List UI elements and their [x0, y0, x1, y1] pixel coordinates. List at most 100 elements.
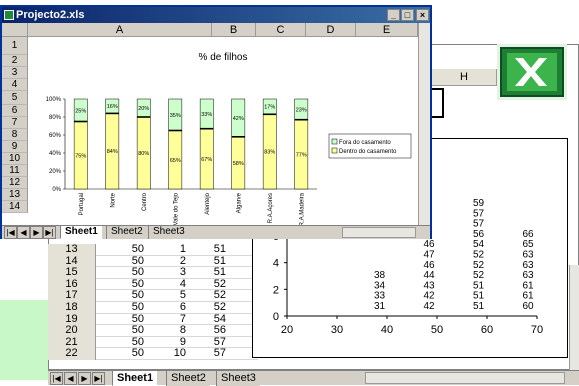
row-number[interactable]: 13	[48, 243, 96, 256]
row-number[interactable]: 4	[2, 79, 28, 91]
stacked-bar-chart[interactable]: % de filhos 0% 20% 40% 60% 80% 100% 75% 25% Portu…	[29, 42, 417, 225]
minimize-button[interactable]: _	[387, 9, 400, 21]
fg-tab-sheet1[interactable]: Sheet1	[60, 226, 102, 239]
x-tick-label: Lisboa e Vale do Tejo	[173, 192, 179, 225]
row-number[interactable]: 18	[48, 301, 96, 314]
data-label-dentro: 65%	[170, 158, 181, 164]
bg-x-tick-label: 40	[381, 324, 393, 336]
data-label-fora: 42%	[233, 116, 244, 122]
background-panel	[0, 300, 50, 380]
row-number[interactable]: 5	[2, 91, 28, 105]
bg-x-tick-label: 70	[531, 324, 543, 336]
col-header-e[interactable]: E	[356, 23, 418, 37]
row-number[interactable]: 8	[2, 129, 28, 141]
row-number[interactable]: 9	[2, 141, 28, 153]
cell-b[interactable]: 10	[144, 348, 186, 360]
close-button[interactable]: ×	[416, 9, 429, 21]
legend-label: Dentro do casamento	[339, 149, 397, 155]
row-number[interactable]: 10	[2, 153, 28, 165]
select-all-corner[interactable]	[2, 23, 28, 37]
y-tick-label: 20%	[49, 169, 62, 175]
x-tick-label: Portugal	[79, 193, 85, 215]
last-sheet-button[interactable]: ▶|	[92, 372, 105, 385]
y-tick-label: 60%	[49, 133, 62, 139]
row-number[interactable]: 11	[2, 165, 28, 177]
data-label-fora: 20%	[138, 106, 149, 112]
legend-swatch	[331, 147, 338, 154]
row-number[interactable]: 7	[2, 117, 28, 129]
fg-tab-sheet2[interactable]: Sheet2	[106, 226, 147, 239]
row-number[interactable]: 13	[2, 189, 28, 201]
table-row: 15 50 3 51	[48, 267, 258, 279]
fg-first-sheet-button[interactable]: |◀	[4, 226, 17, 239]
selected-cell[interactable]	[432, 88, 444, 118]
bg-x-tick-label: 50	[431, 324, 443, 336]
row-number[interactable]: 12	[2, 177, 28, 189]
background-vertical-scrollbar[interactable]	[569, 265, 579, 370]
bg-data-label: 51	[473, 301, 485, 312]
data-label-fora: 17%	[264, 105, 275, 111]
legend-label: Fora do casamento	[339, 140, 391, 146]
table-row: 16 50 4 52	[48, 278, 258, 291]
prev-sheet-button[interactable]: ◀	[64, 372, 77, 385]
row-number[interactable]: 14	[2, 201, 28, 213]
first-sheet-button[interactable]: |◀	[50, 372, 63, 385]
cell-a[interactable]: 50	[96, 301, 144, 314]
tab-sheet1[interactable]: Sheet1	[112, 371, 158, 386]
fg-horizontal-scrollbar[interactable]	[342, 227, 416, 238]
table-row: 13 50 1 51	[48, 243, 258, 256]
row-number[interactable]: 2	[2, 55, 28, 67]
bg-y-tick-label: 4	[273, 258, 279, 270]
fg-next-sheet-button[interactable]: ▶	[30, 226, 43, 239]
foreground-vertical-scrollbar[interactable]	[418, 23, 430, 225]
y-tick-label: 100%	[46, 97, 62, 103]
projecto2-window: Projecto2.xls _ □ × A B C D E 1234567891…	[0, 5, 432, 239]
bg-data-label: 31	[374, 301, 386, 312]
table-row: 19 50 7 54	[48, 313, 258, 326]
maximize-button[interactable]: □	[401, 9, 414, 21]
row-number[interactable]: 22	[48, 348, 96, 360]
bg-data-label: 42	[423, 301, 435, 312]
foreground-sheet-tab-bar: |◀ ◀ ▶ ▶| Sheet1 Sheet2 Sheet3	[2, 225, 430, 239]
background-horizontal-scrollbar[interactable]	[365, 372, 565, 384]
data-label-fora: 33%	[201, 112, 212, 118]
col-header-d[interactable]: D	[306, 23, 356, 37]
tab-sheet3[interactable]: Sheet3	[216, 371, 260, 386]
cell-a[interactable]: 50	[96, 348, 144, 360]
row-number[interactable]: 6	[2, 105, 28, 117]
cell-c[interactable]: 52	[186, 301, 226, 314]
cell-a[interactable]: 50	[96, 243, 144, 256]
cell-c[interactable]: 51	[186, 243, 226, 256]
legend-swatch	[331, 138, 338, 145]
table-row: 14 50 2 51	[48, 255, 258, 268]
col-header-c[interactable]: C	[256, 23, 306, 37]
x-tick-label: R.A.Madeira	[299, 192, 305, 225]
x-tick-label: Alentejo	[205, 192, 211, 214]
window-titlebar[interactable]: Projecto2.xls	[2, 7, 430, 23]
data-label-fora: 23%	[296, 107, 307, 113]
fg-tab-sheet3[interactable]: Sheet3	[148, 226, 189, 239]
col-header-b[interactable]: B	[212, 23, 256, 37]
data-label-dentro: 75%	[75, 153, 86, 159]
row-number[interactable]: 1	[2, 37, 28, 55]
cell-b[interactable]: 6	[144, 301, 186, 314]
col-header-a[interactable]: A	[28, 23, 212, 37]
tab-sheet2[interactable]: Sheet2	[166, 371, 210, 386]
next-sheet-button[interactable]: ▶	[78, 372, 91, 385]
chart-svg: % de filhos 0% 20% 40% 60% 80% 100% 75% 25% Portu…	[46, 52, 412, 225]
bg-x-tick-label: 60	[481, 324, 493, 336]
x-tick-label: Centro	[142, 192, 148, 211]
data-label-dentro: 67%	[201, 157, 212, 163]
data-label-fora: 16%	[107, 104, 118, 110]
x-tick-label: R.A.Açores	[268, 193, 274, 223]
fg-last-sheet-button[interactable]: ▶|	[43, 226, 56, 239]
data-label-fora: 35%	[170, 113, 181, 119]
data-label-dentro: 83%	[264, 150, 275, 156]
col-header-h[interactable]: H	[432, 69, 497, 86]
cell-b[interactable]: 1	[144, 243, 186, 256]
fg-prev-sheet-button[interactable]: ◀	[17, 226, 30, 239]
bg-data-label: 60	[522, 301, 534, 312]
excel-file-icon	[4, 10, 14, 20]
row-number[interactable]: 3	[2, 67, 28, 79]
cell-c[interactable]: 57	[186, 348, 226, 360]
